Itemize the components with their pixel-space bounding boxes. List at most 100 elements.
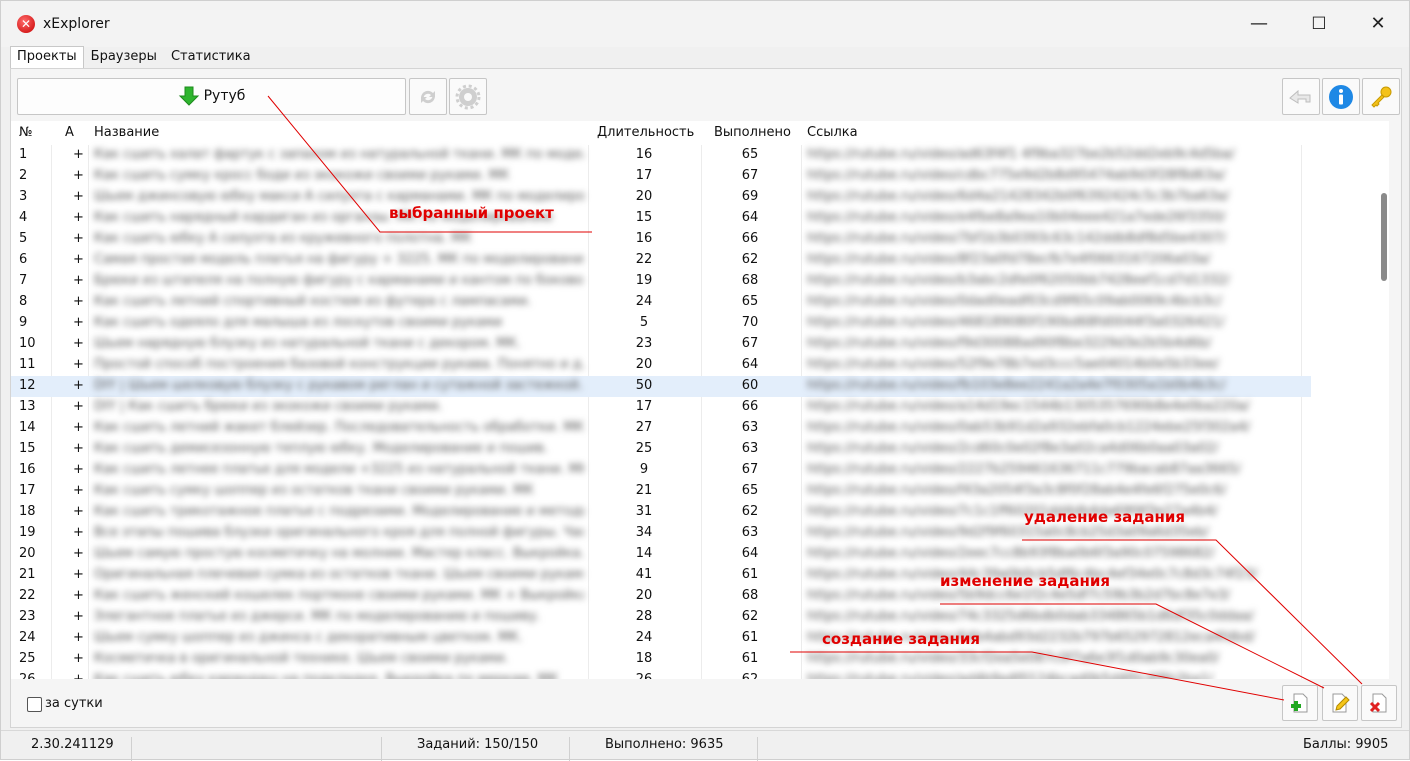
table-row[interactable]: 16 + Как сшить летнее платье для модели +3… [11, 460, 1311, 481]
row-num-cell: 7 [19, 273, 28, 288]
row-active-cell: + [73, 357, 84, 372]
col-header-link[interactable]: Ссылка [807, 125, 858, 140]
settings-button[interactable] [449, 78, 487, 115]
row-name-cell: DIY | Как сшить брюки из экокожи своими … [94, 399, 443, 414]
row-done-cell: 69 [741, 189, 759, 204]
row-active-cell: + [73, 315, 84, 330]
per-day-label: за сутки [45, 696, 103, 711]
points-label: Баллы: 9905 [1303, 737, 1389, 752]
row-name-cell: Как сшить юбку А силуэта из кружевного п… [94, 231, 472, 246]
add-task-button[interactable] [1282, 685, 1318, 721]
row-num-cell: 20 [19, 546, 36, 561]
table-row[interactable]: 23 + Элегантное платье из джерси. МК по мо… [11, 607, 1311, 628]
vertical-scrollbar[interactable] [1381, 193, 1387, 281]
table-row[interactable]: 19 + Все этапы пошива блузки оригинального… [11, 523, 1311, 544]
row-done-cell: 62 [741, 504, 759, 519]
row-link-cell: https://rutube.ru/video/5b9dcc6e1f2c4e5d… [807, 588, 1231, 603]
col-header-duration[interactable]: Длительность [597, 125, 694, 140]
row-link-cell: https://rutube.ru/video/7bf1b3b0393c63c1… [807, 231, 1226, 246]
table-row[interactable]: 20 + Шьем самую простую косметичку на молн… [11, 544, 1311, 565]
row-done-cell: 62 [741, 609, 759, 624]
row-done-cell: 63 [741, 420, 759, 435]
table-row[interactable]: 13 + DIY | Как сшить брюки из экокожи свои… [11, 397, 1311, 418]
table-row[interactable]: 15 + Как сшить демисезонную теплую юбку. М… [11, 439, 1311, 460]
table-row[interactable]: 12 + DIY | Шьем шелковую блузку с рукавом … [11, 376, 1311, 397]
back-button[interactable] [1282, 78, 1320, 115]
row-num-cell: 9 [19, 315, 28, 330]
edit-task-button[interactable] [1322, 685, 1358, 721]
row-done-cell: 68 [741, 273, 759, 288]
col-header-done[interactable]: Выполнено [714, 125, 791, 140]
row-name-cell: Шьем нарядную блузку из натуральной ткан… [94, 336, 521, 351]
row-active-cell: + [73, 231, 84, 246]
row-done-cell: 68 [741, 588, 759, 603]
row-done-cell: 60 [741, 378, 759, 393]
version-label: 2.30.241129 [31, 737, 114, 752]
refresh-button[interactable] [409, 78, 447, 115]
table-row[interactable]: 21 + Оригинальная плечевая сумка из остатк… [11, 565, 1311, 586]
minimize-button[interactable]: — [1229, 1, 1289, 47]
key-button[interactable] [1362, 78, 1400, 115]
row-name-cell: Косметичка в оригинальной технике. Шьем … [94, 651, 509, 666]
row-active-cell: + [73, 588, 84, 603]
table-row[interactable]: 6 + Самая простая модель платья на фигуру … [11, 250, 1311, 271]
delete-task-button[interactable] [1361, 685, 1397, 721]
tab-statistics[interactable]: Статистика [164, 46, 258, 68]
table-row[interactable]: 9 + Как сшить одеяло для малыша из лоскуто… [11, 313, 1311, 334]
row-name-cell: Как сшить сумку кросс боди из экокожи св… [94, 168, 510, 183]
table-row[interactable]: 22 + Как сшить женский кошелек портмоне св… [11, 586, 1311, 607]
row-link-cell: https://rutube.ru/video/a14d19ec1544b130… [807, 399, 1250, 414]
close-button[interactable]: ✕ [1348, 1, 1408, 47]
row-done-cell: 65 [741, 147, 759, 162]
window-title: xExplorer [43, 16, 110, 32]
per-day-checkbox[interactable] [27, 697, 42, 712]
table-row[interactable]: 2 + Как сшить сумку кросс боди из экокожи … [11, 166, 1311, 187]
row-done-cell: 63 [741, 441, 759, 456]
table-row[interactable]: 25 + Косметичка в оригинальной технике. Шь… [11, 649, 1311, 670]
row-name-cell: Элегантное платье из джерси. МК по модел… [94, 609, 541, 624]
row-active-cell: + [73, 672, 84, 679]
row-duration-cell: 19 [635, 273, 653, 288]
row-num-cell: 8 [19, 294, 28, 309]
completed-count-label: Выполнено: 9635 [605, 737, 724, 752]
table-row[interactable]: 26 + Как сшить юбку карандаш на подкладке.… [11, 670, 1311, 679]
table-row[interactable]: 17 + Как сшить сумку шоппер из остатков тк… [11, 481, 1311, 502]
col-header-active[interactable]: A [65, 125, 74, 140]
row-active-cell: + [73, 189, 84, 204]
annotation-selected-project: выбранный проект [389, 204, 554, 222]
row-link-cell: https://rutube.ru/video/ad4b9a4f0124bcad… [807, 672, 1287, 679]
table-row[interactable]: 4 + Как сшить нарядный кардиган из органзы… [11, 208, 1311, 229]
project-select-button[interactable]: Рутуб [17, 78, 406, 115]
row-num-cell: 14 [19, 420, 36, 435]
row-link-cell: https://rutube.ru/video/8f23a0fd78ecfb7e… [807, 252, 1211, 267]
row-duration-cell: 9 [639, 462, 649, 477]
row-duration-cell: 24 [635, 294, 653, 309]
row-done-cell: 62 [730, 672, 770, 679]
table-row[interactable]: 14 + Как сшить летний жакет блейзер. После… [11, 418, 1311, 439]
info-button[interactable] [1322, 78, 1360, 115]
row-link-cell: https://rutube.ru/video/468189080f190bd6… [807, 315, 1225, 330]
row-active-cell: + [73, 273, 84, 288]
table-row[interactable]: 8 + Как сшить летний спортивный костюм из … [11, 292, 1311, 313]
row-name-cell: Как сшить трикотажное платье с подрезами… [94, 504, 584, 519]
row-duration-cell: 17 [635, 399, 653, 414]
table-row[interactable]: 5 + Как сшить юбку А силуэта из кружевного… [11, 229, 1311, 250]
table-row[interactable]: 11 + Простой способ построения базовой кон… [11, 355, 1311, 376]
col-header-num[interactable]: № [19, 125, 33, 140]
row-num-cell: 25 [19, 651, 36, 666]
row-num-cell: 23 [19, 609, 36, 624]
table-row[interactable]: 3 + Шьем джинсовую юбку макси А силуэта с … [11, 187, 1311, 208]
table-row[interactable]: 10 + Шьем нарядную блузку из натуральной т… [11, 334, 1311, 355]
table-row[interactable]: 7 + Брюки из штапеля на полную фигуру с ка… [11, 271, 1311, 292]
row-link-cell: https://rutube.ru/video/f9d30088ad90f8be… [807, 336, 1212, 351]
maximize-button[interactable]: ☐ [1289, 1, 1349, 47]
table-row[interactable]: 1 + Как сшить халат фартук с запахом из на… [11, 145, 1311, 166]
row-active-cell: + [73, 546, 84, 561]
tab-browsers[interactable]: Браузеры [84, 46, 164, 68]
tab-projects[interactable]: Проекты [10, 46, 84, 68]
back-arrow-icon [1289, 89, 1311, 104]
col-header-name[interactable]: Название [94, 125, 159, 140]
row-name-cell: Шьем джинсовую юбку макси А силуэта с ка… [94, 189, 584, 204]
table-row[interactable]: 24 + Шьем сумку шоппер из джинса с декорат… [11, 628, 1311, 649]
row-num-cell: 4 [19, 210, 28, 225]
